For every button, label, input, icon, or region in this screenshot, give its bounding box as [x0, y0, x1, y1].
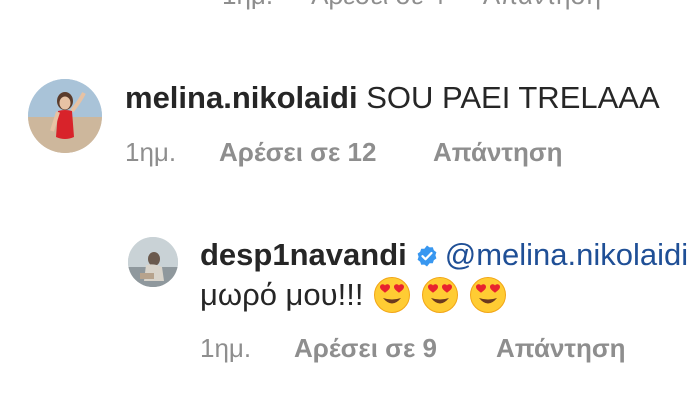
- heart-eyes-emoji-icon: [421, 276, 459, 314]
- comment-username[interactable]: desp1navandi: [200, 237, 407, 272]
- likes-count-button[interactable]: Αρέσει σε 9: [294, 333, 496, 364]
- reply-button[interactable]: Απάντηση: [483, 0, 601, 11]
- comment-text: SOU PAEI TRELAAA: [366, 80, 660, 115]
- avatar[interactable]: [128, 237, 178, 287]
- comment-body: melina.nikolaidi SOU PAEI TRELAAA: [125, 78, 660, 118]
- likes-count-button[interactable]: Αρέσει σε 12: [219, 137, 433, 168]
- comment-time: 1ημ.: [200, 333, 252, 363]
- heart-eyes-emoji-icon: [469, 276, 507, 314]
- comment-time: 1ημ.: [125, 137, 177, 167]
- comment-username[interactable]: melina.nikolaidi: [125, 80, 358, 115]
- heart-eyes-emoji-icon: [373, 276, 411, 314]
- avatar[interactable]: [28, 79, 102, 153]
- previous-comment-meta: 1ημ. Αρέσει σε 4 Απάντηση: [222, 0, 601, 11]
- likes-count-button[interactable]: Αρέσει σε 4: [311, 0, 445, 11]
- comment-meta: 1ημ. Αρέσει σε 9 Απάντηση: [200, 333, 626, 364]
- mention-link[interactable]: @melina.nikolaidi: [445, 237, 688, 272]
- comment-text: μωρό μου!!!: [200, 277, 364, 312]
- reply-comment-body: μωρό μου!!!: [200, 273, 507, 317]
- comment-meta: 1ημ. Αρέσει σε 12 Απάντηση: [125, 137, 563, 168]
- comment-time: 1ημ.: [222, 0, 273, 11]
- reply-button[interactable]: Απάντηση: [496, 333, 626, 364]
- reply-comment-header: desp1navandi @melina.nikolaidi: [200, 235, 688, 278]
- profile-photo-icon: [128, 237, 178, 287]
- comments-view: 1ημ. Αρέσει σε 4 Απάντηση melina.nikolai…: [0, 0, 693, 400]
- verified-badge-icon: [415, 238, 439, 278]
- profile-photo-icon: [28, 79, 102, 153]
- reply-button[interactable]: Απάντηση: [433, 137, 563, 168]
